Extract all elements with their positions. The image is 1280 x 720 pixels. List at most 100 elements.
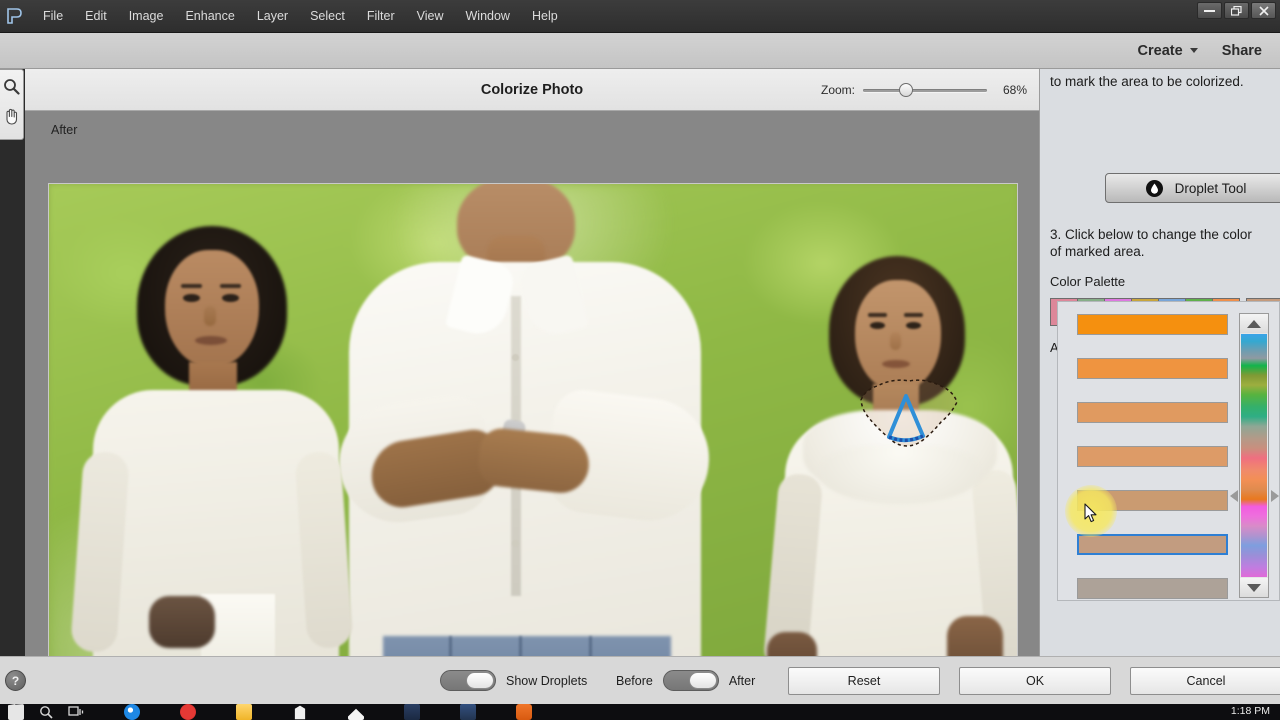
- menu-bar: File Edit Image Enhance Layer Select Fil…: [0, 0, 1280, 33]
- zoom-slider-handle[interactable]: [899, 82, 913, 97]
- before-after-toggle[interactable]: [662, 670, 719, 691]
- photo-girl-left-brow: [220, 284, 241, 288]
- menu-item-enhance[interactable]: Enhance: [174, 5, 245, 27]
- editor-icon[interactable]: [516, 704, 532, 720]
- color-bar[interactable]: [1077, 358, 1228, 379]
- browser-icon[interactable]: [124, 704, 140, 720]
- after-label: After: [728, 673, 756, 688]
- taskbar-clock[interactable]: 1:18 PM: [1231, 705, 1270, 717]
- search-icon[interactable]: [38, 704, 54, 720]
- show-droplets-toggle[interactable]: [440, 670, 496, 691]
- menu-item-select[interactable]: Select: [299, 5, 356, 27]
- color-palette-heading: Color Palette: [1050, 274, 1126, 289]
- chevron-down-icon: [1189, 48, 1198, 53]
- share-label: Share: [1221, 42, 1262, 59]
- task-view-icon[interactable]: [68, 704, 84, 720]
- create-button[interactable]: Create: [1138, 43, 1198, 59]
- application-window: File Edit Image Enhance Layer Select Fil…: [0, 0, 1280, 720]
- show-droplets-label: Show Droplets: [506, 673, 588, 688]
- color-bar[interactable]: [1077, 534, 1228, 555]
- color-ramp-scrollbar[interactable]: [1239, 313, 1269, 598]
- color-bar[interactable]: [1077, 578, 1228, 599]
- step3-instruction: 3. Click below to change the color of ma…: [1050, 227, 1252, 260]
- photo-girl-right-collar-inner: [821, 446, 979, 504]
- zoom-slider-track: [863, 88, 987, 92]
- app-icon-2[interactable]: [460, 704, 476, 720]
- zoom-tool-button[interactable]: [2, 74, 22, 98]
- restore-button[interactable]: [1224, 2, 1249, 19]
- before-label: Before: [616, 673, 653, 688]
- create-share-bar: Create Share: [0, 33, 1280, 69]
- selection-marquee: [860, 379, 958, 447]
- droplet-tool-button[interactable]: Droplet Tool: [1105, 173, 1280, 203]
- tool-strip: [0, 69, 24, 140]
- app-logo-icon: [0, 0, 28, 33]
- menu-item-layer[interactable]: Layer: [246, 5, 299, 27]
- photo-shirt-button: [512, 540, 519, 547]
- minimize-button[interactable]: [1197, 2, 1222, 19]
- create-label: Create: [1137, 42, 1183, 59]
- photo-girl-right-brow: [868, 313, 887, 317]
- dialog-bottom-bar: ? Show Droplets Before After Reset OK Ca…: [0, 656, 1280, 704]
- zoom-control: Zoom: 68%: [820, 82, 1027, 97]
- canvas-area[interactable]: After: [25, 111, 1039, 680]
- photo-girl-right-eye: [906, 322, 921, 329]
- mouse-cursor: [1084, 503, 1098, 524]
- photo-girl-left-collar: [119, 380, 315, 476]
- color-bar[interactable]: [1077, 402, 1228, 423]
- menu-item-view[interactable]: View: [406, 5, 455, 27]
- menu-item-filter[interactable]: Filter: [356, 5, 406, 27]
- cancel-button[interactable]: Cancel: [1130, 666, 1280, 695]
- droplet-tool-label: Droplet Tool: [1174, 180, 1247, 196]
- menu-item-window[interactable]: Window: [455, 5, 521, 27]
- photo-girl-left-brow: [181, 284, 202, 288]
- applicable-colors-list: [1057, 301, 1280, 601]
- color-bar[interactable]: [1077, 446, 1228, 467]
- photo-girl-right-eye: [870, 322, 885, 329]
- photo-girl-left-hand: [149, 596, 215, 648]
- hand-tool-button[interactable]: [2, 104, 22, 128]
- store-icon[interactable]: [294, 705, 306, 720]
- menu-item-file[interactable]: File: [32, 5, 74, 27]
- share-button[interactable]: Share: [1222, 43, 1262, 59]
- scroll-up-arrow-icon[interactable]: [1240, 314, 1268, 333]
- photo-girl-left-eye: [222, 294, 239, 302]
- photo-girl-right-brow: [904, 313, 923, 317]
- photo-girl-right-nose: [890, 332, 901, 350]
- photo-girl-right-mouth: [882, 360, 910, 368]
- show-droplets-group: Show Droplets: [440, 670, 587, 691]
- mail-icon[interactable]: [348, 708, 364, 720]
- folder-icon[interactable]: [236, 704, 252, 720]
- photo-shirt-button: [512, 354, 519, 361]
- menu-item-help[interactable]: Help: [521, 5, 569, 27]
- colorize-options-panel: to mark the area to be colorized. Drople…: [1040, 69, 1280, 656]
- close-button[interactable]: [1251, 2, 1276, 19]
- start-icon[interactable]: [8, 704, 24, 720]
- menu-item-edit[interactable]: Edit: [74, 5, 118, 27]
- editor-stage: Colorize Photo Zoom: 68% After: [25, 69, 1040, 680]
- help-button[interactable]: ?: [5, 670, 26, 691]
- position-marker-right-icon: [1271, 490, 1279, 502]
- photo-girl-left-mouth: [195, 336, 227, 345]
- color-bar[interactable]: [1077, 314, 1228, 335]
- position-marker-left-icon: [1230, 490, 1238, 502]
- ok-button[interactable]: OK: [959, 666, 1111, 695]
- reset-button[interactable]: Reset: [788, 666, 940, 695]
- hand-icon: [6, 108, 18, 125]
- stage-header: Colorize Photo Zoom: 68%: [25, 69, 1039, 111]
- step2-instruction: to mark the area to be colorized.: [1050, 74, 1244, 89]
- zoom-slider[interactable]: [863, 82, 987, 97]
- color-ramp[interactable]: [1241, 334, 1267, 577]
- magnifier-icon: [4, 78, 20, 95]
- scroll-down-arrow-icon[interactable]: [1240, 578, 1268, 597]
- app-icon[interactable]: [404, 704, 420, 720]
- windows-taskbar: 1:18 PM: [0, 704, 1280, 720]
- menu-item-image[interactable]: Image: [118, 5, 175, 27]
- photo-girl-left-eye: [183, 294, 200, 302]
- photo-canvas[interactable]: [48, 183, 1018, 680]
- photo-girl-left-nose: [204, 306, 216, 326]
- record-icon[interactable]: [180, 704, 196, 720]
- zoom-label: Zoom:: [820, 82, 855, 97]
- window-controls: [1197, 2, 1276, 19]
- step2-instruction-clip: to mark the area to be colorized.: [1040, 69, 1280, 95]
